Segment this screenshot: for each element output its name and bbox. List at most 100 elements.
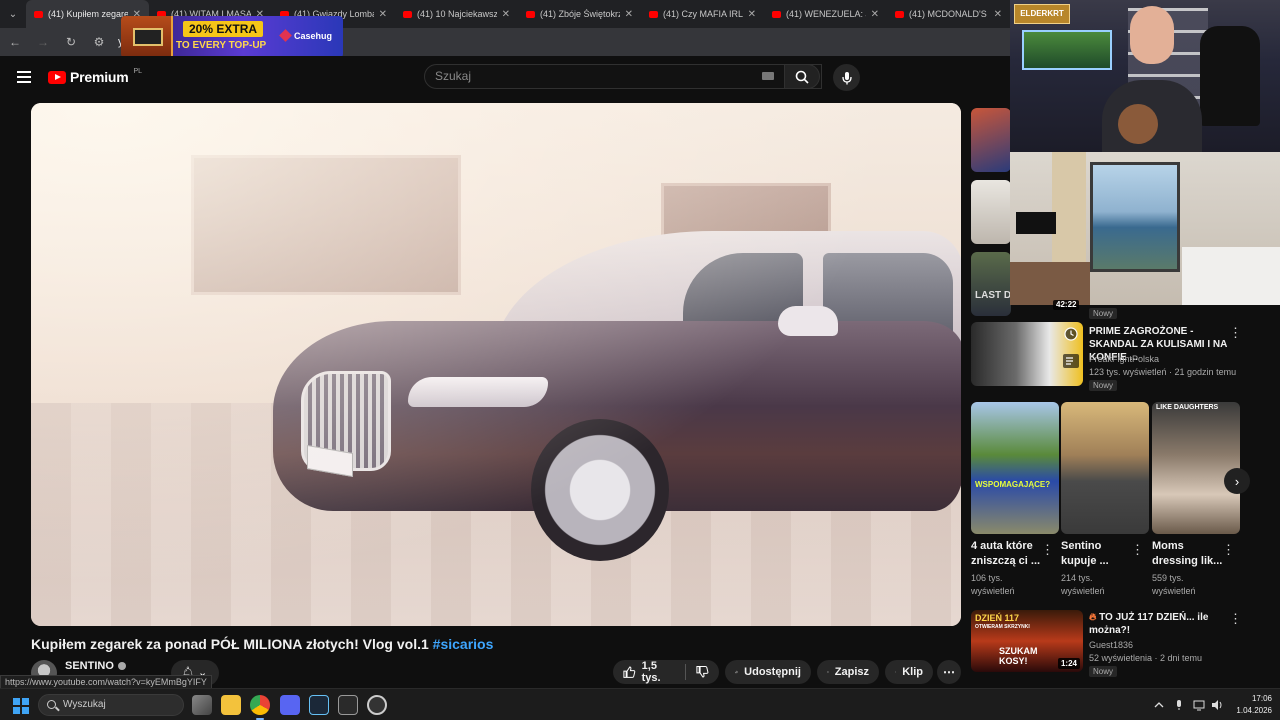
- taskbar-search-input[interactable]: Wyszukaj: [38, 694, 184, 716]
- more-options-icon[interactable]: ⋮: [1229, 326, 1242, 339]
- share-button[interactable]: Udostępnij: [725, 660, 811, 684]
- taskbar-search-label: Wyszukaj: [63, 699, 106, 710]
- browser-tab[interactable]: (41) 10 Najciekawszy ✕: [395, 0, 518, 28]
- close-tab-icon[interactable]: ✕: [748, 9, 756, 20]
- thumbs-down-icon[interactable]: [696, 665, 709, 679]
- youtube-favicon-icon: [526, 10, 535, 18]
- tab-title: (41) Czy MAFIA IRL je: [663, 9, 743, 19]
- hashtag-link[interactable]: #sicarios: [433, 636, 494, 652]
- youtube-favicon-icon: [772, 10, 781, 18]
- thumbnail-text: OTWIERAM SKRZYNKI: [975, 624, 1030, 630]
- bookmark-icon: [827, 671, 829, 673]
- gaming-chair: [1200, 26, 1260, 126]
- forward-arrow-icon[interactable]: →: [36, 35, 50, 49]
- more-actions-icon[interactable]: ⋯: [937, 660, 961, 684]
- short-thumbnail[interactable]: [1061, 402, 1149, 534]
- desk: [1010, 262, 1090, 305]
- more-options-icon[interactable]: ⋮: [1131, 542, 1144, 558]
- search-button[interactable]: [784, 64, 820, 89]
- clip-button[interactable]: Klip: [885, 660, 933, 684]
- close-tab-icon[interactable]: ✕: [994, 9, 1002, 20]
- taskbar-clock[interactable]: 17:06 1.04.2026: [1230, 693, 1272, 717]
- short-title: 4 auta które zniszczą ci ...: [971, 540, 1041, 567]
- save-button[interactable]: Zapisz: [817, 660, 879, 684]
- related-video-title[interactable]: 🔥︎ TO JUŻ 117 DZIEŃ... ile można?!: [1089, 611, 1223, 637]
- new-badge: Nowy: [1089, 380, 1118, 391]
- more-options-icon[interactable]: ⋮: [1041, 542, 1054, 558]
- file-explorer-icon[interactable]: [221, 695, 241, 715]
- divider: [685, 664, 687, 680]
- close-tab-icon[interactable]: ✕: [871, 9, 879, 20]
- video-player[interactable]: [31, 103, 961, 626]
- related-video-thumbnail[interactable]: [971, 322, 1083, 386]
- short-thumbnail[interactable]: WSPOMAGAJĄCE?: [971, 402, 1059, 534]
- close-tab-icon[interactable]: ✕: [379, 9, 387, 20]
- discord-icon[interactable]: [280, 695, 300, 715]
- browser-tab[interactable]: (41) Czy MAFIA IRL je ✕: [641, 0, 764, 28]
- add-to-queue-icon[interactable]: [1063, 354, 1079, 368]
- reload-icon[interactable]: ↻: [64, 35, 78, 49]
- clock-date: 1.04.2026: [1236, 706, 1272, 715]
- app-window-icon[interactable]: [338, 695, 358, 715]
- like-count: 1,5 tys.: [641, 660, 661, 684]
- voice-search-button[interactable]: [833, 64, 860, 91]
- more-options-icon[interactable]: ⋮: [1222, 542, 1235, 558]
- microphone-icon: [841, 71, 852, 84]
- share-label: Udostępnij: [744, 666, 801, 678]
- ad-brand: Casehug: [281, 31, 332, 41]
- related-video-thumbnail[interactable]: [971, 180, 1011, 244]
- close-tab-icon[interactable]: ✕: [625, 9, 633, 20]
- channel-name[interactable]: SENTINO: [65, 660, 126, 672]
- tab-search-chevron-icon[interactable]: ⌄: [0, 1, 26, 27]
- short-thumbnail[interactable]: LIKE DAUGHTERS: [1152, 402, 1240, 534]
- chevron-up-icon[interactable]: [1153, 699, 1165, 711]
- windows-start-icon[interactable]: [13, 698, 29, 714]
- speaker-icon[interactable]: [1211, 699, 1223, 711]
- keyboard-icon[interactable]: [762, 72, 774, 80]
- task-view-icon[interactable]: [192, 695, 212, 715]
- casehug-ad-banner[interactable]: 20% EXTRA TO EVERY TOP-UP Casehug: [121, 16, 343, 58]
- browser-tab[interactable]: (41) Zbóje Świętokrzy ✕: [518, 0, 641, 28]
- chevron-right-icon[interactable]: ›: [1224, 468, 1250, 494]
- logo-text: Premium: [70, 69, 129, 85]
- youtube-premium-logo[interactable]: Premium PL: [48, 68, 142, 85]
- browser-tab[interactable]: (41) WENEZUELA: Jak ✕: [764, 0, 887, 28]
- video-title-text: Kupiłem zegarek za ponad PÓŁ MILIONA zło…: [31, 636, 429, 652]
- microphone-icon[interactable]: [1173, 699, 1185, 711]
- chrome-icon[interactable]: [250, 695, 270, 720]
- watch-later-icon[interactable]: [1063, 326, 1079, 342]
- related-video-thumbnail[interactable]: DZIEŃ 117 OTWIERAM SKRZYNKI SZUKAM KOSY!…: [971, 610, 1083, 672]
- search-icon: [47, 700, 56, 709]
- site-info-icon[interactable]: ⚙: [92, 35, 106, 49]
- short-overlay-text: WSPOMAGAJĄCE?: [975, 480, 1051, 489]
- ad-subline: TO EVERY TOP-UP: [176, 40, 267, 51]
- scissors-icon: [895, 671, 897, 673]
- clip-label: Klip: [902, 666, 923, 678]
- back-arrow-icon[interactable]: ←: [8, 35, 22, 49]
- network-icon[interactable]: [1193, 699, 1205, 711]
- related-video-channel[interactable]: FreakFightPolska: [1089, 353, 1159, 365]
- close-tab-icon[interactable]: ✕: [502, 9, 510, 20]
- related-video-channel[interactable]: Guest1836: [1089, 639, 1133, 651]
- short-views: 214 tys. wyświetleń: [1061, 573, 1105, 596]
- status-bar-link: https://www.youtube.com/watch?v=kyEMmBgY…: [0, 675, 212, 689]
- streamer-logo: ELDERKRT: [1014, 4, 1070, 24]
- related-video-thumbnail[interactable]: LAST DA: [971, 252, 1011, 316]
- screen: ⌄ (41) Kupiłem zegarek ✕ (41) WITAM I MA…: [0, 0, 1280, 720]
- obs-icon[interactable]: [367, 695, 387, 715]
- thumbnail-text: DZIEŃ 117: [975, 613, 1020, 623]
- search-icon: [795, 70, 809, 84]
- steam-icon[interactable]: [309, 695, 329, 715]
- dog: [1118, 104, 1158, 144]
- menu-icon[interactable]: [17, 71, 31, 83]
- video-duration: 1:24: [1057, 658, 1080, 669]
- hotel-room-overlay: [1010, 152, 1280, 305]
- sea-view-window: [1090, 162, 1180, 272]
- browser-tab[interactable]: (41) MCDONALD'S - ✕: [887, 0, 1010, 28]
- like-button[interactable]: 1,5 tys.: [623, 660, 675, 684]
- thumbnail-text: SZUKAM KOSY!: [999, 646, 1038, 666]
- streamer-head: [1130, 6, 1174, 64]
- related-video-thumbnail[interactable]: [971, 108, 1011, 172]
- more-options-icon[interactable]: ⋮: [1229, 612, 1242, 625]
- thumbs-up-icon: [623, 666, 636, 678]
